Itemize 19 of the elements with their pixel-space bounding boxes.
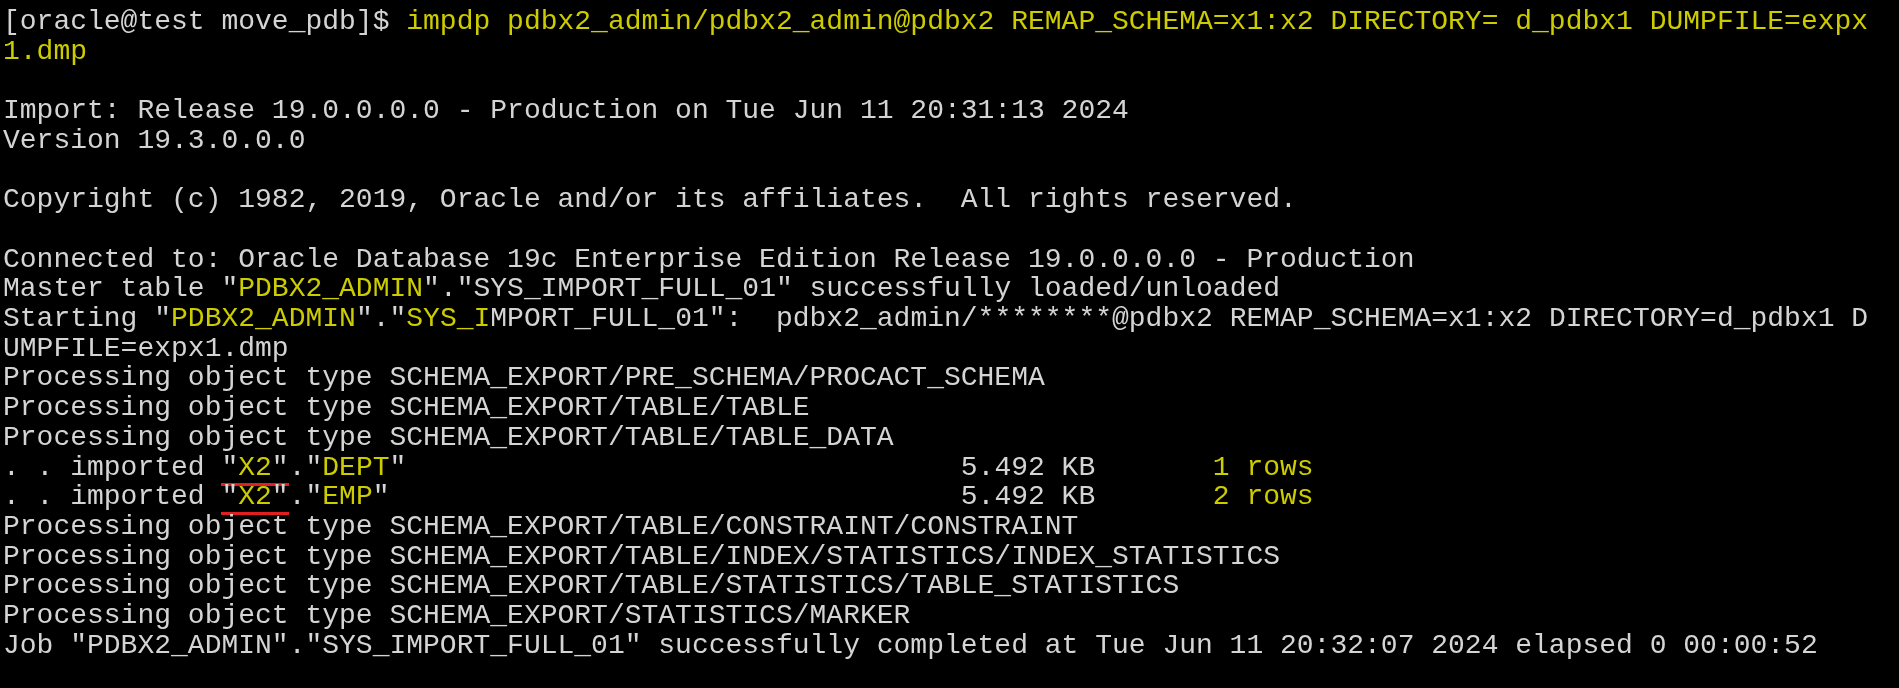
terminal-line: UMPFILE=expx1.dmp: [3, 333, 289, 364]
terminal-line: Processing object type SCHEMA_EXPORT/TABLE/CONSTRAINT/CONSTRAINT: [3, 511, 1079, 542]
terminal-line: 1.dmp: [3, 36, 87, 67]
terminal-line: Starting "PDBX2_ADMIN"."SYS_IMPORT_FULL_01": pdbx2_admin/********@pdbx2 REMAP_SCHEMA=x1:x2 DIRECTORY=d_pdbx1 D: [3, 304, 1869, 334]
terminal-line: Processing object type SCHEMA_EXPORT/TABLE/INDEX/STATISTICS/INDEX_STATISTICS: [3, 541, 1280, 572]
terminal-line: Master table "PDBX2_ADMIN"."SYS_IMPORT_FULL_01" successfully loaded/unloaded: [3, 274, 1281, 304]
terminal-line: Processing object type SCHEMA_EXPORT/TABLE/TABLE: [3, 393, 810, 423]
terminal-line: . . imported "X2"."EMP" 5.492 KB 2 rows: [3, 482, 1314, 512]
terminal-line: Processing object type SCHEMA_EXPORT/PRE_SCHEMA/PROCACT_SCHEMA: [3, 363, 1045, 394]
terminal-line: Version 19.3.0.0.0: [3, 125, 306, 156]
terminal-line: Connected to: Oracle Database 19c Enterprise Edition Release 19.0.0.0.0 - Production: [3, 244, 1415, 275]
terminal-line: Job "PDBX2_ADMIN"."SYS_IMPORT_FULL_01" successfully completed at Tue Jun 11 20:32:07 2024 elapsed 0 00:00:52: [3, 630, 1818, 661]
terminal-line: [oracle@test move_pdb]$ impdp pdbx2_admin/pdbx2_admin@pdbx2 REMAP_SCHEMA=x1:x2 DIRECTORY= d_pdbx1 DUMPFILE=expx: [3, 7, 1869, 37]
terminal-line: . . imported "X2"."DEPT" 5.492 KB 1 rows: [3, 452, 1314, 483]
terminal-line: Processing object type SCHEMA_EXPORT/TABLE/TABLE_DATA: [3, 422, 894, 453]
terminal-line: Copyright (c) 1982, 2019, Oracle and/or its affiliates. All rights reserved.: [3, 185, 1297, 215]
terminal-line: Processing object type SCHEMA_EXPORT/STATISTICS/MARKER: [3, 601, 911, 631]
terminal-line: Processing object type SCHEMA_EXPORT/TABLE/STATISTICS/TABLE_STATISTICS: [3, 571, 1180, 601]
terminal-line: Import: Release 19.0.0.0.0 - Production on Tue Jun 11 20:31:13 2024: [3, 96, 1129, 126]
